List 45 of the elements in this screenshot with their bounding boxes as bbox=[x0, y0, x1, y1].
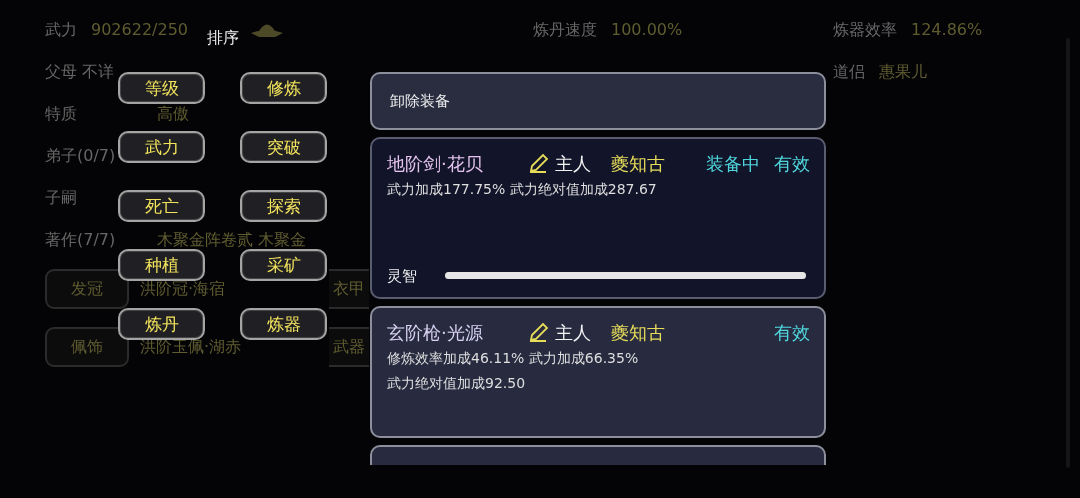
effect-text: 修炼效率加成46.11% 武力加成66.35% bbox=[387, 349, 640, 368]
field-label: 子嗣 bbox=[45, 187, 78, 207]
field-label: 武力 bbox=[45, 19, 77, 39]
sort-option-button[interactable]: 探索 bbox=[240, 190, 327, 222]
field-label: 特质 bbox=[45, 103, 78, 123]
sort-option-button[interactable]: 炼丹 bbox=[118, 308, 205, 340]
pencil-icon[interactable] bbox=[527, 321, 549, 343]
sort-option-button[interactable]: 武力 bbox=[118, 131, 205, 163]
sort-option-button[interactable]: 突破 bbox=[240, 131, 327, 163]
field-label: 炼丹速度 bbox=[533, 19, 597, 39]
field-value: 124.86% bbox=[911, 19, 983, 39]
item-name: 地阶剑·花贝 bbox=[387, 151, 484, 176]
pencil-icon[interactable] bbox=[527, 152, 549, 174]
field-label: 道侣 bbox=[833, 61, 865, 81]
sort-option-button[interactable]: 炼器 bbox=[240, 308, 327, 340]
sort-option-button[interactable]: 种植 bbox=[118, 249, 205, 281]
stat-label: 灵智 bbox=[387, 265, 417, 287]
sort-title: 排序 bbox=[207, 28, 239, 47]
sort-option-button[interactable]: 等级 bbox=[118, 72, 205, 104]
validity-status: 有效 bbox=[774, 320, 810, 345]
item-name: 玄阶枪·光源 bbox=[387, 320, 484, 345]
equip-status: 装备中 bbox=[706, 151, 760, 176]
sort-option-button[interactable]: 死亡 bbox=[118, 190, 205, 222]
effect-text: 武力绝对值加成92.50 bbox=[387, 374, 527, 393]
field-value: 902622/250 bbox=[91, 19, 188, 39]
field-value: 木聚金阵卷贰 木聚金 bbox=[157, 229, 307, 249]
field-value: 100.00% bbox=[611, 19, 683, 39]
equipment-card[interactable]: 地阶剑·花贝 主人 夔知古 装备中 有效 武力加成177.75% 武力绝对值加成287.67 灵智 bbox=[370, 137, 826, 299]
field-value: 高傲 bbox=[157, 103, 189, 123]
field-label: 父母 不详 bbox=[45, 61, 116, 81]
field-value: 惠果儿 bbox=[879, 61, 927, 81]
equipment-card[interactable]: 玄阶枪·光源 主人 夔知古 有效 修炼效率加成46.11% 武力加成66.35% 武力绝对值加成92.50 bbox=[370, 306, 826, 438]
owner-name: 夔知古 bbox=[611, 320, 665, 345]
field-label: 弟子(0/7) bbox=[45, 145, 117, 165]
sort-option-button[interactable]: 修炼 bbox=[240, 72, 327, 104]
sort-option-button[interactable]: 采矿 bbox=[240, 249, 327, 281]
unequip-button[interactable]: 卸除装备 bbox=[370, 72, 826, 130]
effect-text: 武力加成177.75% 武力绝对值加成287.67 bbox=[387, 180, 658, 199]
field-label: 炼器效率 bbox=[833, 19, 897, 39]
equipped-item-name: 洪阶冠·海宿 bbox=[140, 278, 227, 300]
owner-name: 夔知古 bbox=[611, 151, 665, 176]
validity-status: 有效 bbox=[774, 151, 810, 176]
owner-label: 主人 bbox=[555, 151, 591, 176]
field-label: 著作(7/7) bbox=[45, 229, 117, 249]
owner-label: 主人 bbox=[555, 320, 591, 345]
